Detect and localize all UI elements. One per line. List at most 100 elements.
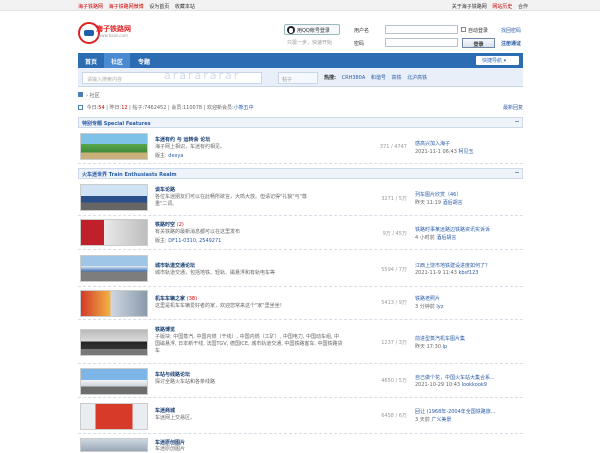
members-count: 110078 <box>183 105 203 111</box>
section-header-enthusiasts[interactable]: 火车迷世界 Train Enthusiasts Realm <box>78 168 523 179</box>
forum-title[interactable]: 车迷有约 与 运转会 论坛 <box>155 136 210 143</box>
last-post-title[interactable]: 自己做个花，中国火车站大集合系... <box>415 374 495 381</box>
last-post-title[interactable]: 铁路老照片 <box>415 295 440 302</box>
tab-home[interactable]: 首页 <box>78 53 104 68</box>
forum-title[interactable]: 机车车辆之家 (38) <box>155 295 197 302</box>
login-button[interactable]: 登录 <box>462 38 495 48</box>
search-scope-select[interactable]: 帖子 <box>278 72 318 84</box>
forum-counts: 5594 / 7万 <box>381 267 407 273</box>
forum-title[interactable]: 车站与线路论坛 <box>155 371 190 378</box>
forum-title[interactable]: 铁路博览 <box>155 326 175 333</box>
forum-counts: 9万 / 45万 <box>382 231 407 237</box>
register-link[interactable]: 注册通证 <box>501 40 521 47</box>
forum-thumbnail[interactable] <box>80 403 148 430</box>
last-post-user[interactable]: 酒后胡言 <box>443 200 463 206</box>
last-post-user[interactable]: 酒后胡言 <box>436 235 456 241</box>
today-posts: (2) <box>176 222 184 228</box>
last-post-user[interactable]: lyz <box>436 304 443 310</box>
forum-thumbnail[interactable] <box>80 329 148 356</box>
forum-title[interactable]: 谈车论路 <box>155 186 175 193</box>
tab-community[interactable]: 社区 <box>104 53 130 68</box>
section-header-special[interactable]: 特别专题 Special Features <box>78 117 523 128</box>
hot-search-label: 热搜: <box>324 75 336 81</box>
forum-counts: 3271 / 5万 <box>381 196 407 202</box>
hot-term-1[interactable]: CRH380A <box>342 75 366 81</box>
site-logo[interactable]: 海子铁路网 www.haizi.com <box>78 22 138 46</box>
last-post-title[interactable]: 前进型蒸汽机车图片集 <box>415 335 465 342</box>
top-link-home[interactable]: 海子铁路网 <box>78 4 103 10</box>
hot-term-4[interactable]: 北沪高铁 <box>407 75 427 81</box>
last-post-time: 2021-10-29 10:43 <box>415 382 461 388</box>
latest-replies-link[interactable]: 最新回复 <box>503 104 523 111</box>
qq-login-label: 用QQ帐号登录 <box>297 28 330 34</box>
hot-term-3[interactable]: 高铁 <box>392 75 402 81</box>
quick-nav-label: 快捷导航 <box>482 58 503 64</box>
forum-title-text[interactable]: 机车车辆之家 <box>155 296 185 302</box>
forum-counts: 5413 / 9万 <box>381 300 407 306</box>
forum-row: 车迷有约 与 运转会 论坛 海子网上相识，车迷有约相见。 版主: dexya 3… <box>78 130 523 164</box>
last-post-user[interactable]: kbsf123 <box>458 270 478 276</box>
last-post-title[interactable]: 感高兴加入海子 <box>415 140 450 147</box>
username-input[interactable] <box>385 25 458 34</box>
password-input[interactable] <box>385 38 458 47</box>
forum-title[interactable]: 车迷原创图片 <box>155 439 185 446</box>
hot-term-2[interactable]: 和谐号 <box>371 75 386 81</box>
moderator-link[interactable]: dexya <box>168 153 183 159</box>
forum-row: 车迷原创图片 车迷原创图片 <box>78 434 523 452</box>
home-icon[interactable] <box>78 92 83 97</box>
last-post-user[interactable]: 柯见玉 <box>458 149 473 155</box>
forum-row: 车站与线路论坛 探讨全路火车站和各条线路 4650 / 5万 自己做个花，中国火… <box>78 364 523 398</box>
chevron-down-icon: ▾ <box>503 58 507 64</box>
collapse-icon[interactable] <box>515 121 519 125</box>
top-link-about[interactable]: 关于海子铁路网 <box>452 4 487 10</box>
auto-login-checkbox[interactable] <box>461 27 466 32</box>
forum-title-text[interactable]: 铁路时空 <box>155 222 175 228</box>
members-label: 会员: <box>171 105 183 111</box>
last-post-time: 3 天前 <box>415 417 430 423</box>
top-link-set-home[interactable]: 设为首页 <box>149 4 169 10</box>
forum-thumbnail[interactable] <box>80 219 148 246</box>
last-post-title[interactable]: 江西上饶市地铁建设进度如何了？ <box>415 262 490 269</box>
forum-thumbnail[interactable] <box>80 368 148 395</box>
top-link-history[interactable]: 网站历史 <box>492 4 512 10</box>
find-password-link[interactable]: 找回密码 <box>501 27 521 34</box>
today-label: 今日: <box>86 105 99 111</box>
forum-thumbnail[interactable] <box>80 290 148 317</box>
last-post-time: 2021-11-1 06:43 <box>415 149 457 155</box>
breadcrumb-current[interactable]: 社区 <box>90 93 100 99</box>
top-bar: 海子铁路网 海子铁路网微博 设为首页 收藏本站 关于海子铁路网 网站历史 合作 <box>0 0 600 11</box>
forum-desc: 海子网上相识，车迷有约相见。 <box>155 144 226 150</box>
forum-row: 谈车论路 各位车迷朋友们可以在此畅所欲言，大鸣大放。但请记得"礼貌"与"尊重"二… <box>78 181 523 216</box>
last-post-time: 昨天 17:30 <box>415 344 441 350</box>
last-post-user[interactable]: lp <box>443 344 448 350</box>
last-post-title[interactable]: 铁路时事某远路边铁路资讯实诉诉 <box>415 226 490 233</box>
forum-title[interactable]: 城市轨道交通论坛 <box>155 262 195 269</box>
top-link-weibo[interactable]: 海子铁路网微博 <box>109 4 144 10</box>
last-post-user[interactable]: lookkook9 <box>462 382 487 388</box>
auto-login-label: 自动登录 <box>468 28 489 34</box>
stats-chart-icon <box>78 105 83 110</box>
tab-topics[interactable]: 专题 <box>130 53 158 68</box>
forum-counts: 371 / 4747 <box>379 144 407 150</box>
forum-title[interactable]: 车迷商城 <box>155 407 175 414</box>
newest-member-link[interactable]: 小熊五中 <box>234 105 254 111</box>
forum-thumbnail[interactable] <box>80 255 148 282</box>
top-link-cooperation[interactable]: 合作 <box>518 4 528 10</box>
forum-thumbnail[interactable] <box>80 184 148 211</box>
quick-nav-button[interactable]: 快捷导航 ▾ <box>476 56 519 65</box>
last-post-title[interactable]: 列车图片欣赏（46） <box>415 191 461 198</box>
qq-login-button[interactable]: 用QQ帐号登录 <box>284 24 340 35</box>
forum-title[interactable]: 铁路时空 (2) <box>155 221 184 228</box>
last-post-title[interactable]: 回让 (1968年-2004年全国铁路旅... <box>415 408 496 415</box>
forum-counts: 4650 / 5万 <box>381 378 407 384</box>
yesterday-label: 昨日: <box>109 105 122 111</box>
forum-counts: 1237 / 3万 <box>381 340 407 346</box>
top-link-bookmark[interactable]: 收藏本站 <box>175 4 195 10</box>
forum-thumbnail[interactable] <box>80 133 148 160</box>
moderator-link[interactable]: DF11-0310, 2549271 <box>168 238 221 244</box>
collapse-icon[interactable] <box>515 172 519 176</box>
forum-desc: 子版块: 中国蒸汽, 中国内燃（干线）, 中国内燃（工矿）, 中国电力, 中国动… <box>155 334 343 354</box>
forum-desc: 城市轨道交通，包括地铁、轻轨、磁悬浮和有轨电车等 <box>155 270 276 276</box>
last-post-user[interactable]: 广义美景 <box>431 417 451 423</box>
forum-row: 城市轨道交通论坛 城市轨道交通，包括地铁、轻轨、磁悬浮和有轨电车等 5594 /… <box>78 250 523 287</box>
